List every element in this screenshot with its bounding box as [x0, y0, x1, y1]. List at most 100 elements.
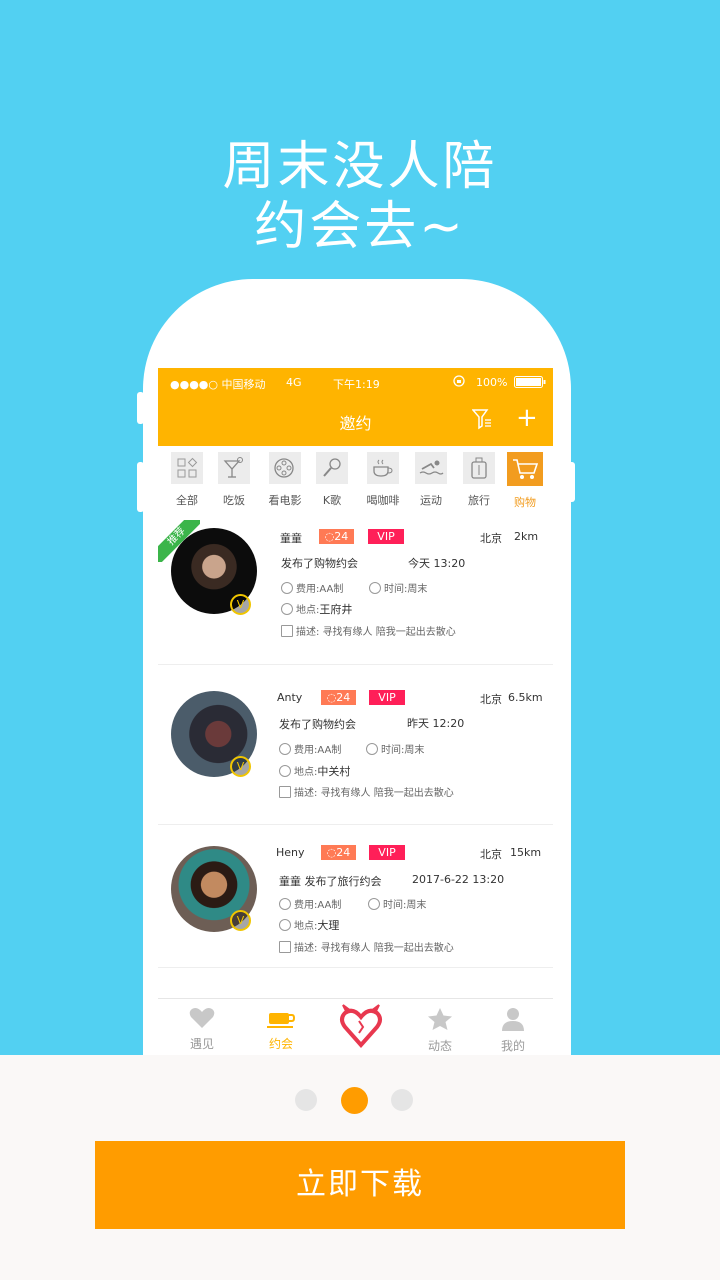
- category-shopping[interactable]: 购物: [503, 452, 547, 510]
- fee-label: 费用:: [296, 584, 320, 595]
- post-time: 今天 13:20: [408, 557, 466, 570]
- category-label: 购物: [514, 496, 536, 509]
- fee-icon: [281, 582, 293, 594]
- tab-moments[interactable]: 动态: [410, 1007, 470, 1054]
- desc-label: 描述:: [294, 943, 318, 954]
- tab-label: 约会: [268, 1037, 293, 1051]
- time-label: 时间:: [384, 584, 408, 595]
- user-name: Heny: [276, 846, 305, 859]
- place-value: 大理: [317, 919, 340, 932]
- category-label: K歌: [322, 494, 342, 507]
- tab-dating[interactable]: 约会: [251, 1007, 311, 1052]
- phone-side-button: [568, 462, 575, 502]
- desc-value: 寻找有缘人 陪我一起出去散心: [322, 627, 456, 638]
- tab-label: 我的: [500, 1039, 525, 1053]
- person-icon: [483, 1007, 543, 1035]
- coffee-cup-icon: [251, 1007, 311, 1033]
- category-label: 运动: [420, 494, 442, 507]
- headline-line-2: 约会去~: [254, 197, 466, 257]
- nav-bar: 邀约 +: [158, 396, 553, 446]
- distance-label: 6.5km: [508, 691, 543, 704]
- battery-icon: [514, 376, 546, 391]
- divider: [158, 664, 553, 665]
- category-travel[interactable]: 旅行: [457, 452, 501, 508]
- desc-label: 描述:: [296, 627, 320, 638]
- battery-percent: 100%: [476, 376, 508, 389]
- tab-encounter[interactable]: 遇见: [172, 1007, 232, 1052]
- clock-icon: [369, 582, 381, 594]
- fee-icon: [279, 743, 291, 755]
- location-icon: [279, 765, 291, 777]
- tab-bar: 遇见 约会 动态 我的: [158, 998, 553, 1058]
- time-value: 周末: [407, 584, 428, 595]
- time-label: 时间:: [383, 900, 407, 911]
- v-verified-icon: V: [230, 594, 251, 615]
- category-label: 旅行: [468, 494, 490, 507]
- category-sport[interactable]: 运动: [409, 452, 453, 508]
- vip-badge: VIP: [369, 690, 405, 705]
- phone-side-button: [137, 392, 144, 424]
- tab-center-logo[interactable]: [331, 1003, 391, 1055]
- luggage-icon: [463, 452, 495, 484]
- place-value: 中关村: [317, 765, 351, 778]
- place-label: 地点:: [296, 605, 320, 616]
- grid-icon: [171, 452, 203, 484]
- desc-value: 寻找有缘人 陪我一起出去散心: [320, 788, 454, 799]
- category-eat[interactable]: 吃饭: [212, 452, 256, 508]
- desc-label: 描述:: [294, 788, 318, 799]
- divider: [158, 824, 553, 825]
- post-card[interactable]: 推荐 V 童童 ◌24 VIP 北京 2km 发布了购物约会 今天 13:20 …: [158, 520, 553, 660]
- pager-dot-active[interactable]: [341, 1087, 368, 1114]
- post-time: 2017-6-22 13:20: [412, 873, 505, 886]
- fee-value: AA制: [317, 900, 342, 911]
- post-action: 童童 发布了旅行约会: [279, 875, 382, 888]
- post-card[interactable]: V Anty ◌24 VIP 北京 6.5km 发布了购物约会 昨天 12:20…: [158, 681, 553, 821]
- phone-side-button: [137, 462, 144, 512]
- fee-icon: [279, 898, 291, 910]
- fee-value: AA制: [319, 584, 344, 595]
- fee-value: AA制: [317, 745, 342, 756]
- fee-label: 费用:: [294, 745, 318, 756]
- category-movie[interactable]: 看电影: [263, 452, 307, 508]
- place-value: 王府井: [319, 603, 353, 616]
- star-icon: [410, 1007, 470, 1035]
- filter-icon[interactable]: [471, 408, 492, 434]
- swimming-icon: [415, 452, 447, 484]
- post-card[interactable]: V Heny ◌24 VIP 北京 15km 童童 发布了旅行约会 2017-6…: [158, 836, 553, 976]
- post-time: 昨天 12:20: [407, 717, 465, 730]
- place-label: 地点:: [294, 767, 318, 778]
- page-title: 邀约: [339, 414, 372, 433]
- coffee-icon: [367, 452, 399, 484]
- tab-mine[interactable]: 我的: [483, 1007, 543, 1054]
- post-action: 发布了购物约会: [279, 718, 356, 731]
- clock-icon: [366, 743, 378, 755]
- category-label: 看电影: [268, 494, 302, 507]
- time-value: 周末: [404, 745, 425, 756]
- download-button[interactable]: 立即下载: [95, 1141, 625, 1229]
- devil-heart-logo-icon: [331, 1003, 391, 1055]
- message-count-badge: ◌24: [319, 529, 354, 544]
- category-coffee[interactable]: 喝咖啡: [361, 452, 405, 508]
- pager-dot[interactable]: [391, 1089, 413, 1111]
- category-ktv[interactable]: K歌: [310, 452, 354, 508]
- phone-screen: ●●●●○ 中国移动 4G 下午1:19 100% 邀约 + 全部 吃饭 看电影…: [158, 368, 553, 1058]
- time-label: 下午1:19: [333, 378, 380, 391]
- distance-label: 2km: [514, 530, 539, 543]
- add-icon[interactable]: +: [516, 404, 538, 432]
- film-reel-icon: [269, 452, 301, 484]
- description-icon: [279, 786, 291, 798]
- clock-icon: [368, 898, 380, 910]
- microphone-icon: [316, 452, 348, 484]
- v-verified-icon: V: [230, 910, 251, 931]
- chat-icon: ◌: [324, 530, 335, 543]
- category-bar: 全部 吃饭 看电影 K歌 喝咖啡 运动 旅行 购物: [158, 452, 553, 518]
- message-count-badge: ◌24: [321, 690, 356, 705]
- category-all[interactable]: 全部: [165, 452, 209, 508]
- tab-label: 动态: [427, 1039, 452, 1053]
- city-label: 北京: [480, 848, 502, 861]
- pager-dot[interactable]: [295, 1089, 317, 1111]
- desc-value: 寻找有缘人 陪我一起出去散心: [320, 943, 454, 954]
- lock-rotation-icon: [452, 374, 466, 391]
- description-icon: [281, 625, 293, 637]
- badge-count: 24: [336, 846, 351, 859]
